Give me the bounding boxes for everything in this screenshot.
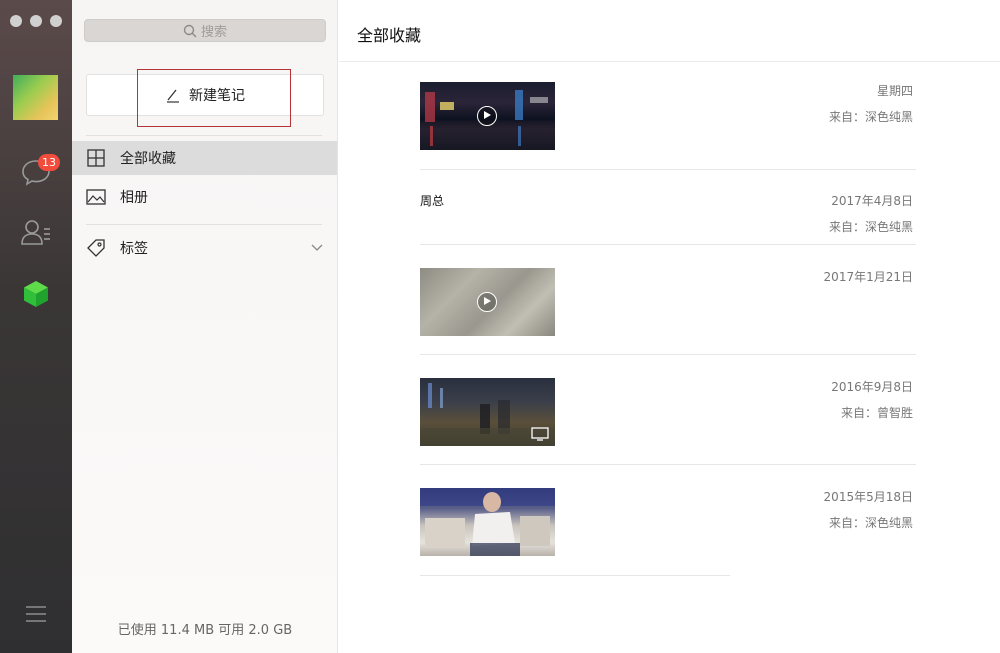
avatar[interactable] [13,75,58,120]
screen-share-thumbnail[interactable] [420,378,555,446]
page-title: 全部收藏 [357,26,422,45]
search-placeholder: 搜索 [200,25,227,40]
item-source: 来自：深色纯黑 [828,110,913,124]
search-icon [183,24,197,37]
minimize-window-button[interactable] [30,15,42,27]
new-note-button[interactable]: 新建笔记 [86,74,324,116]
sidebar-item-album[interactable]: 相册 [72,180,337,214]
video-thumbnail[interactable] [420,82,555,150]
item-source: 来自：深色纯黑 [828,220,913,234]
image-icon [86,187,106,207]
divider [86,224,322,225]
sidebar-item-all-favorites[interactable]: 全部收藏 [72,141,337,175]
grid-icon [86,148,106,168]
item-date: 2017年4月8日 [831,194,913,208]
unread-badge: 13 [38,154,60,171]
item-date: 2017年1月21日 [823,270,913,284]
chevron-down-icon[interactable] [311,244,323,252]
image-thumbnail[interactable] [420,488,555,556]
search-input[interactable]: 搜索 [84,19,326,42]
zoom-window-button[interactable] [50,15,62,27]
sidebar-item-label: 相册 [120,190,148,206]
favorite-item[interactable]: 2017年1月21日 [420,245,916,355]
sidebar-item-label: 标签 [120,241,148,257]
item-date: 星期四 [876,84,913,98]
item-date: 2016年9月8日 [831,380,913,394]
screen-icon [531,427,549,441]
sidebar-item-label: 全部收藏 [120,151,176,167]
favorite-item[interactable]: 周总 2017年4月8日 来自：深色纯黑 [420,170,916,245]
item-text: 周总 [420,194,445,208]
new-note-label: 新建笔记 [189,88,245,104]
item-date: 2015年5月18日 [823,490,913,504]
app-rail: 13 [0,0,72,653]
favorite-item[interactable]: 星期四 来自：深色纯黑 [420,62,916,170]
tag-icon [86,238,106,258]
main-header: 全部收藏 [339,0,1000,62]
favorite-item[interactable] [420,465,730,576]
contacts-icon[interactable] [18,214,54,250]
favorite-item[interactable]: 2016年9月8日 来自：曾智胜 [420,355,916,465]
divider [86,135,322,136]
item-source: 来自：深色纯黑 [828,516,913,530]
play-icon [477,106,497,126]
main-panel: 全部收藏 星期四 来自：深色纯黑 周总 2017年4月8日 来自：深色纯黑 20… [339,0,1000,653]
sidebar: 搜索 新建笔记 全部收藏 相册 标签 已使用 11.4 MB 可用 2.0 GB [72,0,338,653]
pencil-icon [167,89,179,103]
close-window-button[interactable] [10,15,22,27]
play-icon [477,292,497,312]
storage-status: 已使用 11.4 MB 可用 2.0 GB [117,623,293,638]
favorites-cube-icon[interactable] [18,276,54,312]
sidebar-item-tags[interactable]: 标签 [72,231,337,265]
item-source: 来自：曾智胜 [840,406,913,420]
menu-icon[interactable] [18,596,54,632]
video-thumbnail[interactable] [420,268,555,336]
